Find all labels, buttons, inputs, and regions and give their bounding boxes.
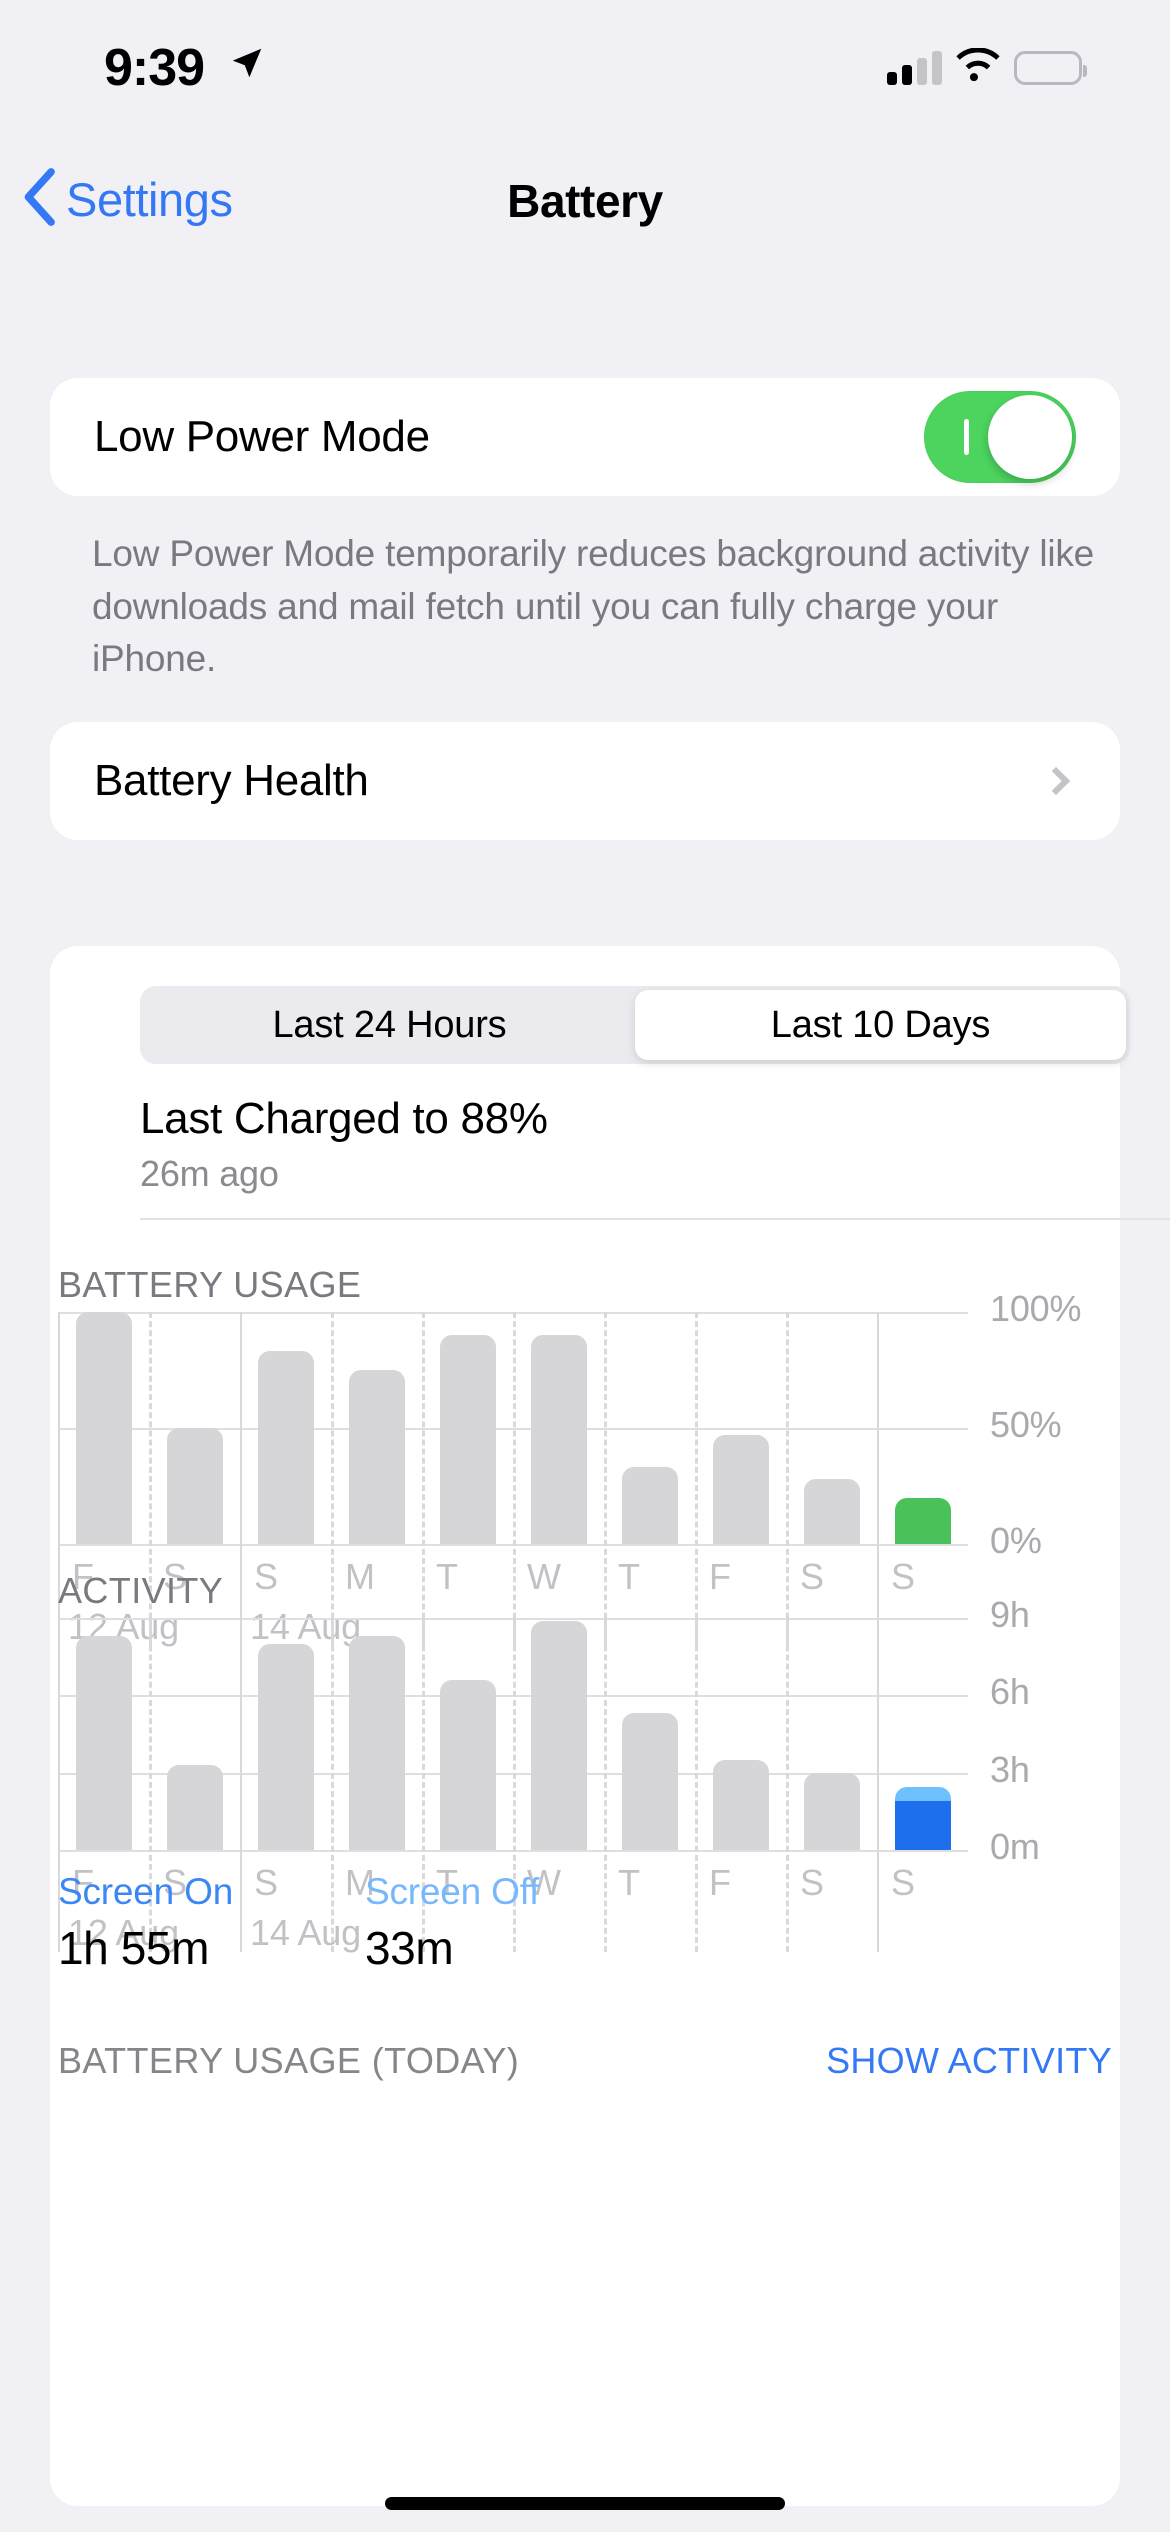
chart-day-separator [604, 1618, 607, 1952]
chart-day-separator [331, 1312, 334, 1646]
chart-x-axis-label: F [709, 1556, 731, 1597]
chart-bar-today[interactable] [894, 1497, 951, 1544]
low-power-mode-toggle[interactable] [924, 391, 1076, 483]
chart-day-separator [422, 1312, 425, 1646]
segment-last-10-days[interactable]: Last 10 Days [635, 990, 1126, 1060]
last-charged-subtitle: 26m ago [140, 1153, 279, 1194]
chart-day-separator [604, 1312, 607, 1646]
chart-y-axis-label: 100% [990, 1288, 1082, 1329]
chart-day-separator [513, 1312, 516, 1646]
chart-y-axis-label: 3h [990, 1748, 1030, 1790]
wifi-icon [956, 47, 1000, 87]
last-charged-title: Last Charged to 88% [140, 1094, 548, 1143]
chart-day-separator [331, 1618, 334, 1952]
battery-icon [1014, 50, 1087, 85]
segment-last-24-hours[interactable]: Last 24 Hours [144, 990, 635, 1060]
chart-y-axis-label: 0% [990, 1520, 1042, 1561]
chevron-right-icon [1041, 766, 1071, 796]
chart-bar[interactable] [257, 1351, 314, 1544]
status-bar: 9:39 [0, 0, 1170, 145]
chart-x-axis-label: S [254, 1556, 278, 1597]
battery-usage-card: Last 24 Hours Last 10 Days Last Charged … [50, 946, 1170, 2506]
battery-health-row[interactable]: Battery Health [50, 722, 1120, 840]
chart-x-axis-label: W [527, 1556, 561, 1597]
chart-date-separator [240, 1618, 242, 1952]
chart-bar[interactable] [75, 1636, 132, 1850]
toggle-on-mark [964, 419, 969, 455]
activity-chart-title: ACTIVITY [58, 1570, 224, 1611]
chart-x-axis-label: F [709, 1862, 731, 1903]
battery-health-label: Battery Health [94, 756, 369, 805]
chart-x-axis-label: T [436, 1556, 458, 1597]
chart-bar[interactable] [712, 1759, 769, 1850]
battery-usage-today-header: BATTERY USAGE (TODAY) [58, 2040, 520, 2081]
chart-x-axis-label: M [345, 1556, 375, 1597]
status-bar-indicators [887, 47, 1087, 87]
chart-day-separator [786, 1312, 789, 1646]
show-activity-button[interactable]: SHOW ACTIVITY [826, 2040, 1112, 2082]
low-power-mode-label: Low Power Mode [94, 412, 430, 461]
screen-off-value: 33m [365, 1922, 454, 1974]
location-arrow-icon [228, 44, 266, 87]
chart-x-axis-label: S [891, 1556, 915, 1597]
status-bar-time: 9:39 [104, 39, 205, 97]
chart-bar-screen-on[interactable] [894, 1800, 951, 1850]
chart-bar[interactable] [348, 1370, 405, 1544]
time-range-segmented-control[interactable]: Last 24 Hours Last 10 Days [140, 986, 1130, 1064]
chart-y-axis-label: 50% [990, 1404, 1062, 1445]
chart-y-axis-label: 9h [990, 1594, 1030, 1635]
low-power-mode-footnote: Low Power Mode temporarily reduces backg… [92, 533, 1095, 680]
chart-bar[interactable] [166, 1764, 223, 1850]
navigation-bar: Settings Battery [0, 168, 1170, 258]
chart-x-axis-label: S [800, 1556, 824, 1597]
chart-x-axis-label: T [618, 1862, 640, 1903]
chart-bar[interactable] [439, 1335, 496, 1544]
battery-usage-chart-title: BATTERY USAGE [58, 1264, 362, 1305]
chart-x-axis-label: S [800, 1862, 824, 1903]
screen-on-label: Screen On [58, 1871, 234, 1912]
chart-x-axis-label: S [254, 1862, 278, 1903]
page-title: Battery [507, 175, 663, 227]
chart-day-separator [695, 1312, 698, 1646]
chart-x-axis-label: S [891, 1862, 915, 1903]
chart-y-axis-label: 0m [990, 1826, 1040, 1867]
chart-bar-screen-off[interactable] [894, 1786, 951, 1801]
chart-date-separator [877, 1312, 879, 1646]
chart-bar[interactable] [803, 1479, 860, 1544]
screen-off-label: Screen Off [365, 1871, 540, 1912]
chart-bar[interactable] [348, 1636, 405, 1850]
chart-date-label: 14 Aug [250, 1912, 361, 1953]
chart-bar[interactable] [530, 1620, 587, 1850]
home-indicator [385, 2497, 785, 2510]
screen-on-value: 1h 55m [58, 1922, 210, 1974]
toggle-knob [988, 395, 1072, 479]
chart-bar[interactable] [530, 1335, 587, 1544]
chart-bar[interactable] [621, 1713, 678, 1850]
chart-x-axis-label: T [618, 1556, 640, 1597]
battery-health-card: Battery Health [50, 722, 1120, 840]
cellular-signal-icon [887, 50, 942, 85]
low-power-mode-row[interactable]: Low Power Mode [50, 378, 1120, 496]
chart-bar[interactable] [75, 1312, 132, 1544]
chart-date-separator [240, 1312, 242, 1646]
low-power-mode-card: Low Power Mode [50, 378, 1120, 496]
chart-bar[interactable] [621, 1467, 678, 1544]
chart-bar[interactable] [712, 1434, 769, 1544]
chart-y-axis-label: 6h [990, 1671, 1030, 1713]
chart-date-separator [877, 1618, 879, 1952]
chart-day-separator [695, 1618, 698, 1952]
chart-bar[interactable] [803, 1772, 860, 1850]
chart-bar[interactable] [166, 1428, 223, 1544]
chart-day-separator [786, 1618, 789, 1952]
card-divider [140, 1218, 1170, 1220]
chart-bar[interactable] [257, 1643, 314, 1850]
battery-usage-chart[interactable]: 0% 50% 100% F S S M T W T F S S 12 Aug 14 Aug [58, 1288, 1081, 1647]
chart-bar[interactable] [439, 1679, 496, 1850]
